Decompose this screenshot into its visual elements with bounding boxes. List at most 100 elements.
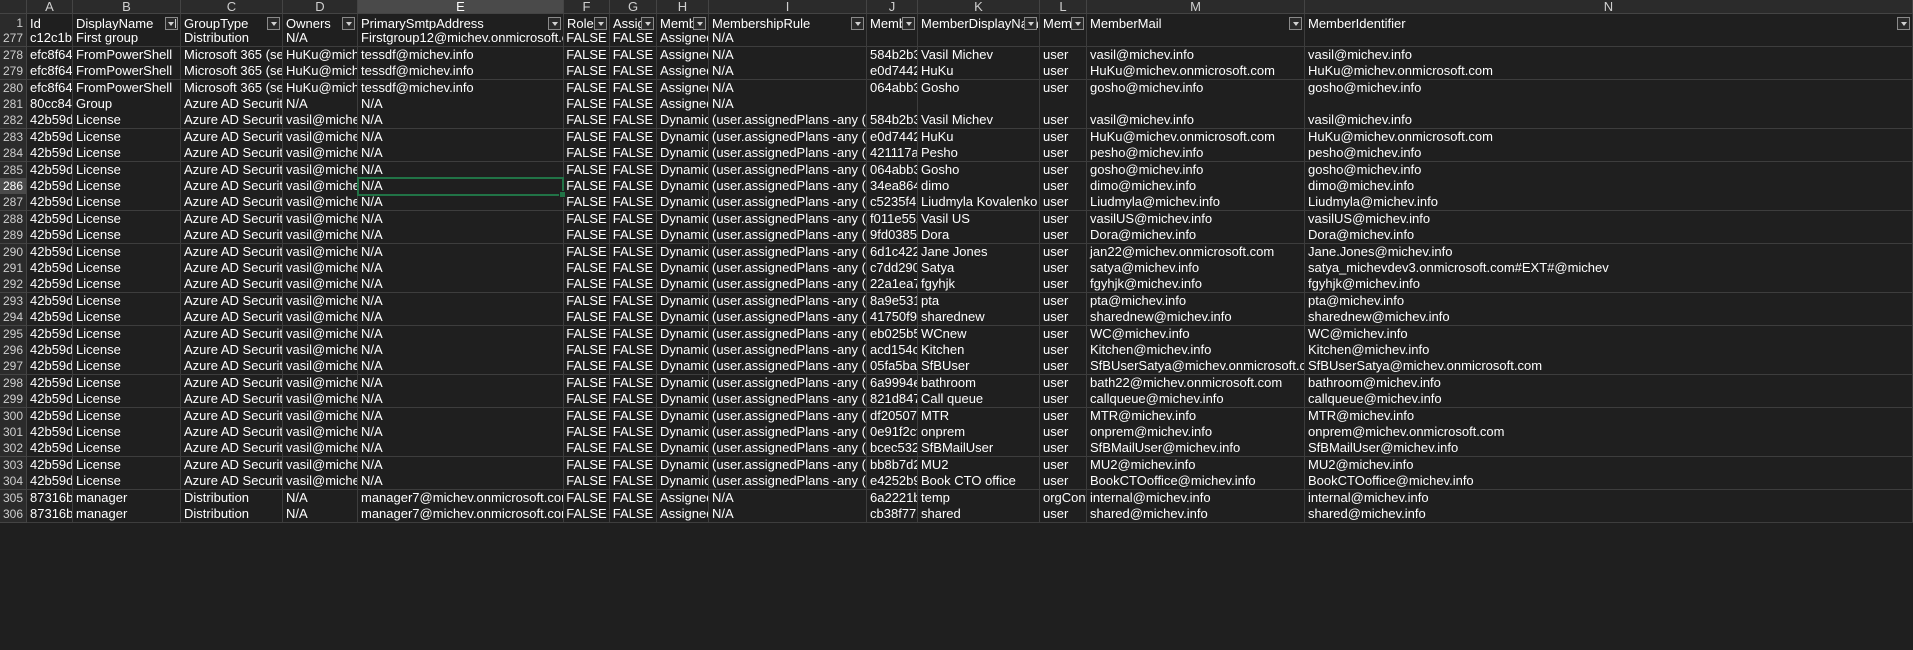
table-cell[interactable]: Azure AD Security bbox=[181, 325, 283, 343]
select-all-corner[interactable] bbox=[0, 0, 27, 14]
table-cell[interactable]: License bbox=[73, 260, 181, 277]
table-cell[interactable]: FALSE bbox=[610, 424, 657, 441]
table-cell[interactable]: N/A bbox=[358, 424, 564, 441]
table-cell[interactable]: sharednew bbox=[918, 309, 1040, 327]
table-cell[interactable]: FALSE bbox=[610, 358, 657, 376]
column-header-l[interactable]: L bbox=[1040, 0, 1087, 14]
table-cell[interactable]: (user.assignedPlans -any ((assi bbox=[709, 243, 867, 261]
table-cell[interactable]: 421117a2- bbox=[867, 145, 918, 163]
row-number[interactable]: 299 bbox=[0, 391, 27, 409]
table-cell[interactable]: License bbox=[73, 112, 181, 130]
table-cell[interactable]: Azure AD Security bbox=[181, 227, 283, 245]
table-cell[interactable]: License bbox=[73, 145, 181, 163]
table-cell[interactable]: 80cc841e- bbox=[27, 96, 73, 113]
table-cell[interactable]: pesho@michev.info bbox=[1305, 145, 1913, 163]
table-cell[interactable]: License bbox=[73, 456, 181, 474]
table-cell[interactable]: N/A bbox=[358, 227, 564, 245]
table-cell[interactable]: Dynamic bbox=[657, 178, 709, 195]
table-cell[interactable]: vasil@michev. bbox=[283, 243, 358, 261]
row-number[interactable]: 305 bbox=[0, 489, 27, 507]
table-cell[interactable]: N/A bbox=[709, 30, 867, 48]
table-cell[interactable]: FALSE bbox=[610, 440, 657, 458]
table-cell[interactable]: Liudmyla@michev.info bbox=[1087, 194, 1305, 212]
table-cell[interactable]: N/A bbox=[283, 30, 358, 48]
table-cell[interactable]: N/A bbox=[358, 456, 564, 474]
table-cell[interactable]: Dynamic bbox=[657, 309, 709, 327]
table-cell[interactable]: 584b2b38- bbox=[867, 46, 918, 64]
table-cell[interactable]: FALSE bbox=[610, 506, 657, 523]
table-cell[interactable]: (user.assignedPlans -any ((assi bbox=[709, 473, 867, 491]
table-cell[interactable]: vasilUS@michev.info bbox=[1087, 210, 1305, 228]
row-number[interactable]: 285 bbox=[0, 161, 27, 179]
filter-dropdown-icon[interactable] bbox=[594, 17, 607, 30]
table-cell[interactable]: HuKu bbox=[918, 128, 1040, 146]
table-cell[interactable]: acd154ce- bbox=[867, 342, 918, 359]
table-cell[interactable]: 9fd0385c- bbox=[867, 227, 918, 245]
table-cell[interactable] bbox=[867, 30, 918, 48]
table-cell[interactable]: SfBUserSatya@michev.onmicrosoft.com bbox=[1305, 358, 1913, 376]
table-cell[interactable]: FALSE bbox=[564, 276, 610, 294]
table-cell[interactable]: (user.assignedPlans -any ((assi bbox=[709, 325, 867, 343]
row-number[interactable]: 294 bbox=[0, 309, 27, 327]
table-cell[interactable]: Azure AD Security bbox=[181, 358, 283, 376]
table-cell[interactable]: 42b59d3f- bbox=[27, 358, 73, 376]
table-cell[interactable]: FromPowerShell bbox=[73, 46, 181, 64]
table-cell[interactable]: N/A bbox=[358, 292, 564, 310]
table-cell[interactable]: License bbox=[73, 161, 181, 179]
table-cell[interactable]: Liudmyla@michev.info bbox=[1305, 194, 1913, 212]
table-cell[interactable]: vasil@michev.info bbox=[1087, 112, 1305, 130]
table-cell[interactable]: (user.assignedPlans -any ((assi bbox=[709, 128, 867, 146]
row-number[interactable]: 281 bbox=[0, 96, 27, 113]
table-cell[interactable]: Azure AD Security bbox=[181, 456, 283, 474]
table-cell[interactable]: cb38f772- bbox=[867, 506, 918, 523]
table-cell[interactable]: FALSE bbox=[564, 325, 610, 343]
table-cell[interactable]: user bbox=[1040, 276, 1087, 294]
table-cell[interactable]: user bbox=[1040, 374, 1087, 392]
table-cell[interactable]: FALSE bbox=[564, 489, 610, 507]
table-cell[interactable]: N/A bbox=[283, 506, 358, 523]
row-number[interactable]: 284 bbox=[0, 145, 27, 163]
table-cell[interactable]: Assigned bbox=[657, 30, 709, 48]
table-cell[interactable]: vasilUS@michev.info bbox=[1305, 210, 1913, 228]
table-cell[interactable]: FALSE bbox=[610, 374, 657, 392]
table-cell[interactable]: 34ea864d- bbox=[867, 178, 918, 195]
table-cell[interactable]: FALSE bbox=[564, 210, 610, 228]
table-cell[interactable]: N/A bbox=[709, 63, 867, 81]
table-cell[interactable]: FALSE bbox=[610, 161, 657, 179]
table-cell[interactable]: MU2@michev.info bbox=[1305, 456, 1913, 474]
table-cell[interactable]: fgyhjk@michev.info bbox=[1087, 276, 1305, 294]
table-cell[interactable]: HuKu@michev bbox=[283, 46, 358, 64]
table-cell[interactable]: bcec5328- bbox=[867, 440, 918, 458]
table-cell[interactable]: 42b59d3f- bbox=[27, 194, 73, 212]
table-cell[interactable]: Dynamic bbox=[657, 424, 709, 441]
table-cell[interactable]: vasil@michev. bbox=[283, 260, 358, 277]
table-cell[interactable]: internal@michev.info bbox=[1087, 489, 1305, 507]
table-cell[interactable]: Azure AD Security bbox=[181, 112, 283, 130]
table-cell[interactable]: (user.assignedPlans -any ((assi bbox=[709, 440, 867, 458]
table-cell[interactable]: vasil@michev. bbox=[283, 128, 358, 146]
row-number[interactable]: 293 bbox=[0, 292, 27, 310]
table-cell[interactable]: FALSE bbox=[610, 194, 657, 212]
table-cell[interactable]: FALSE bbox=[564, 194, 610, 212]
table-cell[interactable]: FALSE bbox=[564, 309, 610, 327]
table-cell[interactable]: user bbox=[1040, 178, 1087, 195]
table-cell[interactable]: Microsoft 365 (secu bbox=[181, 63, 283, 81]
table-cell[interactable]: MTR@michev.info bbox=[1087, 407, 1305, 425]
table-cell[interactable]: Vasil US bbox=[918, 210, 1040, 228]
table-cell[interactable]: FALSE bbox=[564, 374, 610, 392]
table-cell[interactable]: pesho@michev.info bbox=[1087, 145, 1305, 163]
table-cell[interactable]: 42b59d3f- bbox=[27, 210, 73, 228]
table-cell[interactable]: (user.assignedPlans -any ((assi bbox=[709, 178, 867, 195]
table-cell[interactable] bbox=[1040, 96, 1087, 113]
table-cell[interactable]: user bbox=[1040, 407, 1087, 425]
table-cell[interactable]: Call queue bbox=[918, 391, 1040, 409]
table-cell[interactable]: vasil@michev. bbox=[283, 440, 358, 458]
table-cell[interactable]: c7dd290a- bbox=[867, 260, 918, 277]
table-cell[interactable]: FALSE bbox=[610, 473, 657, 491]
table-cell[interactable]: Firstgroup12@michev.onmicrosoft.com bbox=[358, 30, 564, 48]
row-number[interactable]: 278 bbox=[0, 46, 27, 64]
table-cell[interactable]: (user.assignedPlans -any ((assi bbox=[709, 145, 867, 163]
table-cell[interactable]: HuKu@michev bbox=[283, 63, 358, 81]
table-cell[interactable]: License bbox=[73, 292, 181, 310]
table-cell[interactable]: FALSE bbox=[610, 407, 657, 425]
